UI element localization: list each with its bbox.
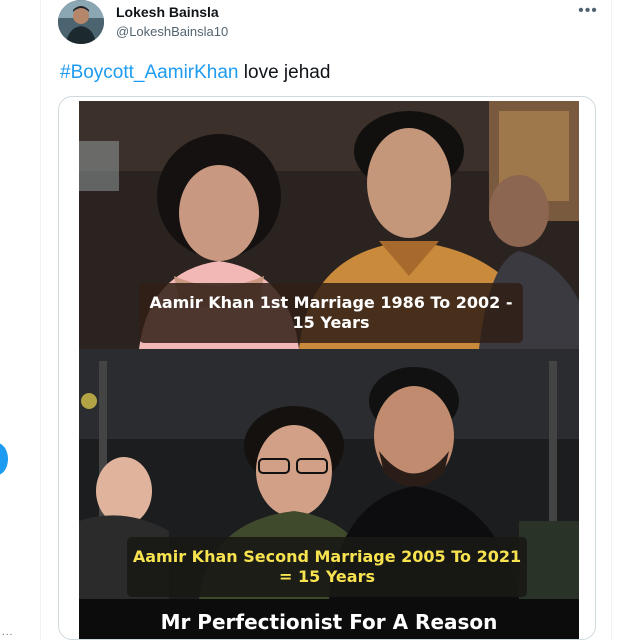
tweet-text: #Boycott_AamirKhan love jehad bbox=[60, 62, 330, 84]
author-name[interactable]: Lokesh Bainsla bbox=[116, 4, 219, 20]
caption-second-marriage: Aamir Khan Second Marriage 2005 To 2021 … bbox=[127, 537, 527, 597]
caption-first-marriage: Aamir Khan 1st Marriage 1986 To 2002 - 1… bbox=[139, 283, 523, 343]
avatar[interactable] bbox=[58, 0, 104, 44]
hashtag-link[interactable]: #Boycott_AamirKhan bbox=[60, 62, 239, 83]
sidebar-compose-button[interactable] bbox=[0, 443, 8, 475]
tweet-text-body: love jehad bbox=[238, 62, 331, 83]
tweet-media[interactable]: Aamir Khan 1st Marriage 1986 To 2002 - 1… bbox=[58, 96, 596, 640]
sidebar-more-icon[interactable]: ... bbox=[2, 628, 13, 638]
more-horizontal-icon: ••• bbox=[578, 2, 598, 19]
more-options-button[interactable]: ••• bbox=[575, 0, 601, 22]
meme-banner: Mr Perfectionist For A Reason bbox=[79, 599, 579, 639]
meme-image[interactable]: Aamir Khan 1st Marriage 1986 To 2002 - 1… bbox=[79, 101, 579, 639]
author-handle[interactable]: @LokeshBainsla10 bbox=[116, 24, 228, 39]
